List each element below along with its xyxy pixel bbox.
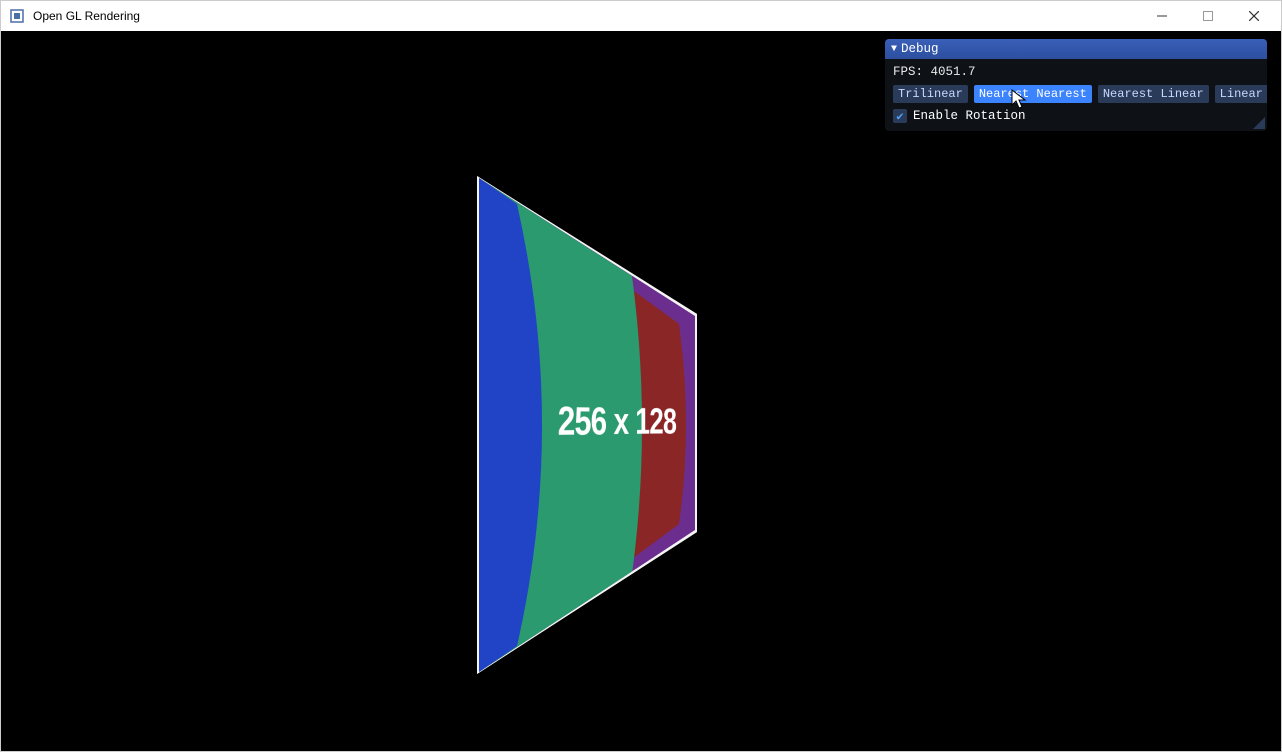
debug-panel[interactable]: ▼ Debug FPS: 4051.7 Trilinear Nearest Ne… bbox=[885, 39, 1267, 131]
enable-rotation-label: Enable Rotation bbox=[913, 109, 1026, 123]
window-controls bbox=[1139, 1, 1277, 31]
enable-rotation-row: ✔ Enable Rotation bbox=[893, 109, 1259, 123]
trilinear-button[interactable]: Trilinear bbox=[893, 85, 968, 103]
window-title: Open GL Rendering bbox=[33, 9, 1139, 23]
texture-resolution-label: 256 x 128 bbox=[558, 399, 677, 445]
maximize-button[interactable] bbox=[1185, 1, 1231, 31]
collapse-arrow-icon: ▼ bbox=[891, 44, 897, 55]
enable-rotation-checkbox[interactable]: ✔ bbox=[893, 109, 907, 123]
app-window: Open GL Rendering bbox=[0, 0, 1282, 752]
debug-panel-body: FPS: 4051.7 Trilinear Nearest Nearest Ne… bbox=[885, 59, 1267, 131]
resize-grip-icon[interactable] bbox=[1253, 117, 1265, 129]
close-button[interactable] bbox=[1231, 1, 1277, 31]
linear-nearest-button[interactable]: Linear Nearest bbox=[1215, 85, 1267, 103]
minimize-button[interactable] bbox=[1139, 1, 1185, 31]
fps-display: FPS: 4051.7 bbox=[893, 65, 1259, 79]
nearest-linear-button[interactable]: Nearest Linear bbox=[1098, 85, 1209, 103]
app-icon bbox=[9, 8, 25, 24]
opengl-viewport[interactable]: 256 x 128 ▼ Debug FPS: 4051.7 Trilinear … bbox=[1, 31, 1281, 751]
nearest-nearest-button[interactable]: Nearest Nearest bbox=[974, 85, 1092, 103]
debug-panel-title: Debug bbox=[901, 42, 939, 56]
titlebar[interactable]: Open GL Rendering bbox=[1, 1, 1281, 31]
debug-panel-header[interactable]: ▼ Debug bbox=[885, 39, 1267, 59]
filter-button-row: Trilinear Nearest Nearest Nearest Linear… bbox=[893, 85, 1259, 103]
